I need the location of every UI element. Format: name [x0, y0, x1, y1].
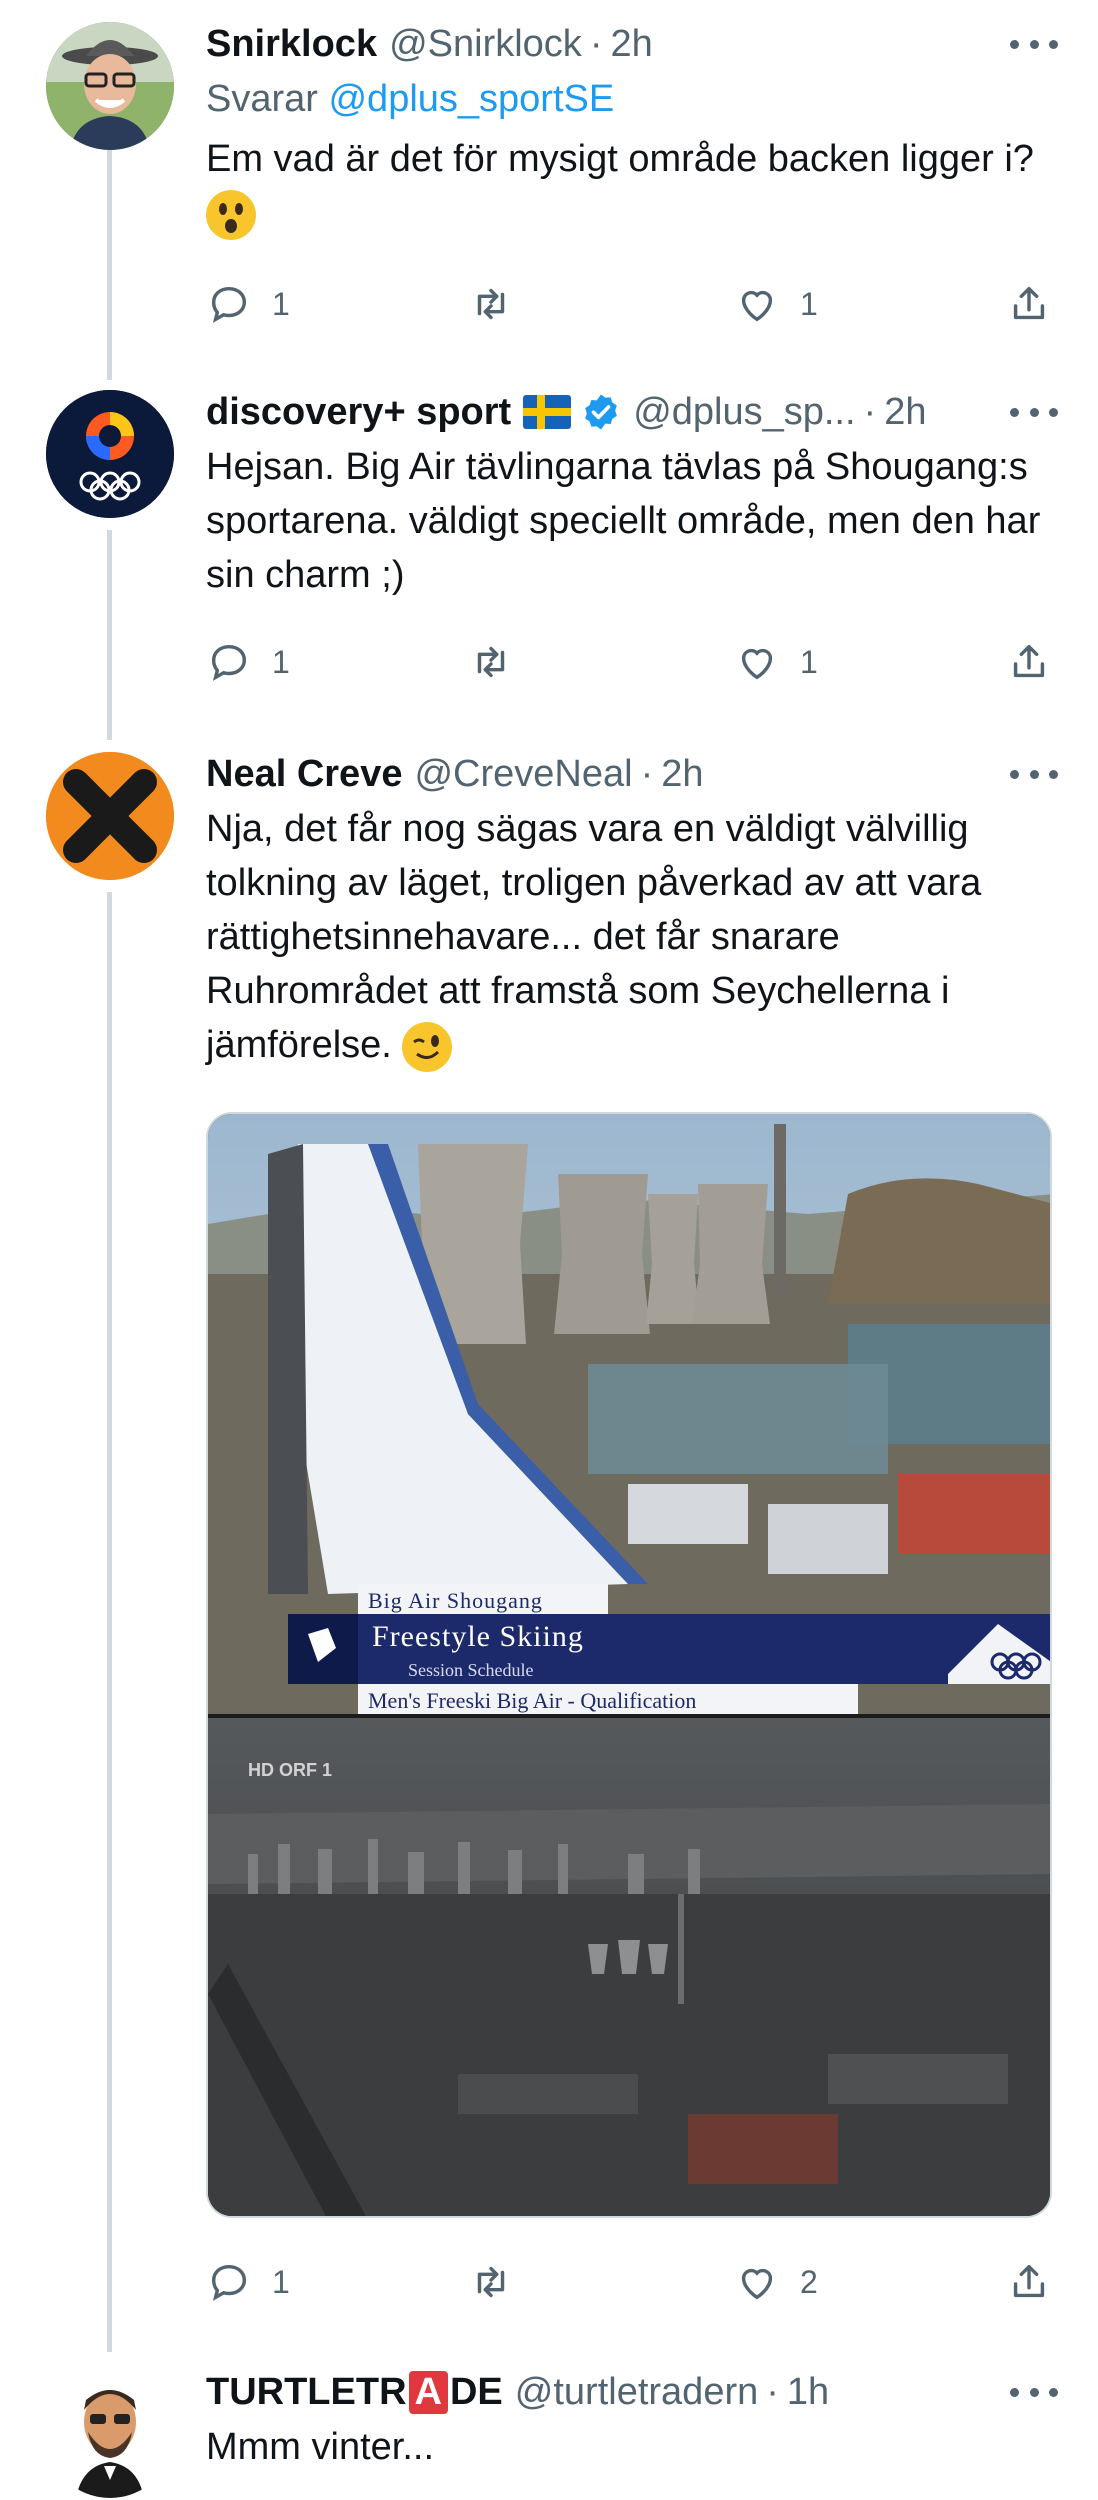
reply-icon — [211, 2264, 247, 2301]
like-count: 1 — [800, 285, 818, 322]
user-handle[interactable]: @CreveNeal — [414, 753, 632, 796]
broadcast-screenshot — [208, 1114, 1050, 2216]
like-button[interactable]: 2 — [734, 2254, 818, 2310]
replying-to-link[interactable]: @dplus_sportSE — [328, 78, 614, 120]
share-icon — [1013, 2264, 1045, 2298]
replying-prefix: Svarar — [206, 78, 318, 120]
user-handle[interactable]: @turtletradern — [515, 2371, 758, 2414]
reply-button[interactable]: 1 — [206, 276, 290, 332]
retweet-button[interactable] — [468, 2254, 534, 2310]
more-options-icon[interactable] — [1010, 392, 1058, 432]
channel-bug: HD ORF 1 — [248, 1760, 333, 1780]
user-handle[interactable]: @Snirklock — [389, 23, 582, 66]
reply-icon — [211, 644, 247, 681]
verified-badge-icon — [581, 392, 621, 432]
share-button[interactable] — [1006, 634, 1052, 690]
overlay-sport-text: Freestyle Skiing — [372, 1620, 584, 1653]
reply-button[interactable]: 1 — [206, 2254, 290, 2310]
share-button[interactable] — [1006, 2254, 1052, 2310]
thread-line — [107, 892, 112, 2352]
sweden-flag-icon — [523, 395, 572, 429]
reply-icon — [211, 286, 247, 323]
reply-count: 1 — [272, 643, 290, 680]
discovery-plus-logo — [46, 390, 174, 518]
more-options-icon[interactable] — [1010, 24, 1058, 64]
share-icon — [1013, 286, 1045, 320]
display-name[interactable]: Neal Creve — [206, 753, 402, 796]
display-name[interactable]: TURTLETR A DE — [206, 2370, 503, 2414]
tweet-actions: 1 2 — [206, 2254, 1066, 2310]
retweet-icon — [477, 646, 505, 678]
avatar[interactable] — [46, 2370, 174, 2498]
overlay-subtitle-text: Session Schedule — [408, 1660, 534, 1680]
avatar[interactable] — [46, 22, 174, 150]
tweet-header: Snirklock @Snirklock · 2h — [206, 20, 1058, 68]
avatar[interactable] — [46, 752, 174, 880]
tweet-header: TURTLETR A DE @turtletradern · 1h — [206, 2368, 1058, 2416]
heart-icon — [741, 290, 773, 322]
red-letter-badge: A — [408, 2370, 448, 2414]
tweet-text: Em vad är det för mysigt område backen l… — [206, 132, 1058, 240]
tweet-actions: 1 1 — [206, 634, 1066, 690]
timestamp[interactable]: 2h — [661, 753, 703, 796]
overlay-event-text: Men's Freeski Big Air - Qualification — [368, 1688, 697, 1713]
heart-icon — [741, 648, 773, 680]
display-name[interactable]: Snirklock — [206, 23, 377, 66]
timestamp[interactable]: 1h — [787, 2371, 829, 2414]
retweet-button[interactable] — [468, 634, 534, 690]
reply-count: 1 — [272, 2263, 290, 2300]
like-button[interactable]: 1 — [734, 276, 818, 332]
tweet-text: Nja, det får nog sägas vara en väldigt v… — [206, 802, 1058, 1072]
tweet-text: Mmm vinter... — [206, 2426, 435, 2468]
cartoon-avatar — [46, 2370, 174, 2498]
winking-face-emoji — [402, 1021, 453, 1072]
tweet-text: Hejsan. Big Air tävlingarna tävlas på Sh… — [206, 446, 1041, 596]
orange-x-avatar — [46, 752, 174, 880]
like-count: 1 — [800, 643, 818, 680]
more-options-icon[interactable] — [1010, 754, 1058, 794]
retweet-icon — [477, 2266, 505, 2298]
retweet-icon — [477, 288, 505, 320]
timestamp[interactable]: 2h — [884, 391, 926, 434]
like-count: 2 — [800, 2263, 818, 2300]
reply-count: 1 — [272, 285, 290, 322]
more-options-icon[interactable] — [1010, 2372, 1058, 2412]
overlay-venue-text: Big Air Shougang — [368, 1588, 543, 1613]
avatar-photo — [46, 22, 174, 150]
display-name[interactable]: discovery+ sport — [206, 391, 511, 434]
tweet-media-image[interactable]: Big Air Shougang Freestyle Skiing Sessio… — [206, 1112, 1052, 2218]
retweet-button[interactable] — [468, 276, 534, 332]
replying-to: Svarar @dplus_sportSE — [206, 78, 1058, 126]
user-handle[interactable]: @dplus_sp... — [633, 391, 855, 434]
thread-line — [107, 150, 112, 380]
tweet-header: Neal Creve @CreveNeal · 2h — [206, 750, 1058, 798]
astonished-face-emoji — [206, 189, 256, 240]
share-icon — [1013, 644, 1045, 678]
tweet-header: discovery+ sport @dplus_sp... · 2h — [206, 388, 1058, 436]
reply-button[interactable]: 1 — [206, 634, 290, 690]
avatar[interactable] — [46, 390, 174, 518]
timestamp[interactable]: 2h — [610, 23, 652, 66]
share-button[interactable] — [1006, 276, 1052, 332]
heart-icon — [741, 2268, 773, 2300]
like-button[interactable]: 1 — [734, 634, 818, 690]
tweet-actions: 1 1 — [206, 276, 1066, 332]
thread-line — [107, 530, 112, 740]
